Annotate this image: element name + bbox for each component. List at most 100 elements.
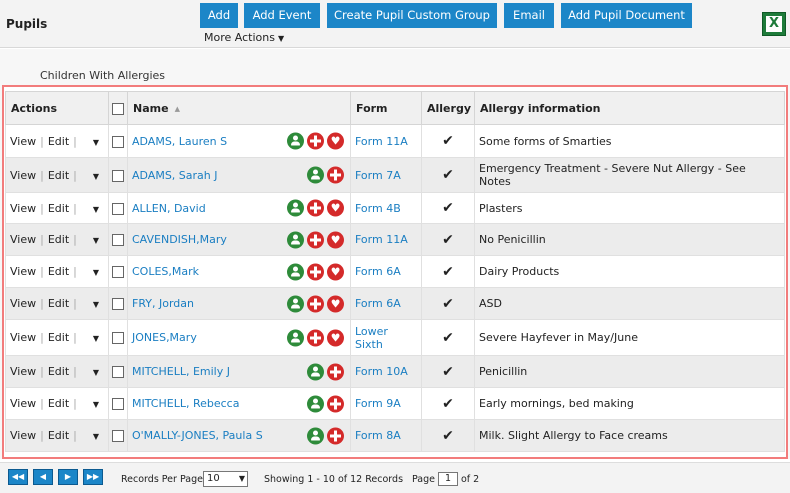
medical-cross-icon[interactable] [307, 231, 324, 248]
excel-export-icon[interactable]: X [762, 12, 786, 36]
row-actions-dropdown-icon[interactable]: ▼ [93, 236, 99, 245]
person-icon[interactable] [287, 295, 304, 312]
view-link[interactable]: View [10, 265, 36, 278]
add-pupil-document-button[interactable]: Add Pupil Document [561, 3, 692, 28]
edit-link[interactable]: Edit [48, 169, 69, 182]
pupil-name-link[interactable]: MITCHELL, Emily J [132, 365, 230, 378]
view-link[interactable]: View [10, 331, 36, 344]
person-icon[interactable] [287, 132, 304, 150]
medical-cross-icon[interactable] [307, 199, 324, 217]
medical-cross-icon[interactable] [327, 395, 344, 412]
form-link[interactable]: Form 8A [355, 429, 413, 442]
allergy-heart-icon[interactable]: ♥ [327, 231, 344, 248]
pupil-name-link[interactable]: ADAMS, Lauren S [132, 135, 227, 148]
allergy-heart-icon[interactable]: ♥ [327, 263, 344, 280]
add-event-button[interactable]: Add Event [244, 3, 320, 28]
pupil-name-link[interactable]: ADAMS, Sarah J [132, 169, 218, 182]
pupil-name-link[interactable]: COLES,Mark [132, 265, 199, 278]
pupil-name-link[interactable]: CAVENDISH,Mary [132, 233, 227, 246]
view-link[interactable]: View [10, 233, 36, 246]
person-icon[interactable] [307, 363, 324, 380]
row-actions-dropdown-icon[interactable]: ▼ [93, 334, 99, 343]
select-all-checkbox[interactable] [112, 102, 124, 115]
person-icon[interactable] [287, 329, 304, 346]
form-link[interactable]: Form 9A [355, 397, 413, 410]
edit-link[interactable]: Edit [48, 297, 69, 310]
medical-cross-icon[interactable] [307, 132, 324, 150]
form-link[interactable]: Form 6A [355, 297, 413, 310]
person-icon[interactable] [307, 427, 324, 444]
view-link[interactable]: View [10, 429, 36, 442]
edit-link[interactable]: Edit [48, 397, 69, 410]
edit-link[interactable]: Edit [48, 429, 69, 442]
edit-link[interactable]: Edit [48, 331, 69, 344]
view-link[interactable]: View [10, 169, 36, 182]
view-link[interactable]: View [10, 397, 36, 410]
row-actions-dropdown-icon[interactable]: ▼ [93, 300, 99, 309]
edit-link[interactable]: Edit [48, 135, 69, 148]
edit-link[interactable]: Edit [48, 202, 69, 215]
form-link[interactable]: Form 7A [355, 169, 413, 182]
pupil-name-link[interactable]: FRY, Jordan [132, 297, 194, 310]
view-link[interactable]: View [10, 202, 36, 215]
more-actions-menu[interactable]: More Actions ▼ [204, 31, 284, 44]
edit-link[interactable]: Edit [48, 365, 69, 378]
allergy-heart-icon[interactable]: ♥ [327, 329, 344, 346]
column-header-name[interactable]: Name ▲ [127, 91, 351, 125]
add-button[interactable]: Add [200, 3, 238, 28]
form-link[interactable]: Form 6A [355, 265, 413, 278]
row-actions-dropdown-icon[interactable]: ▼ [93, 138, 99, 147]
email-button[interactable]: Email [504, 3, 554, 28]
edit-link[interactable]: Edit [48, 233, 69, 246]
row-checkbox[interactable] [112, 298, 124, 310]
view-link[interactable]: View [10, 297, 36, 310]
row-checkbox[interactable] [112, 234, 124, 246]
person-icon[interactable] [307, 166, 324, 184]
medical-cross-icon[interactable] [327, 363, 344, 380]
first-page-icon[interactable]: ◀◀ [8, 469, 28, 485]
allergy-heart-icon[interactable]: ♥ [327, 295, 344, 312]
form-link[interactable]: Form 11A [355, 135, 413, 148]
row-checkbox[interactable] [112, 366, 124, 378]
form-link[interactable]: Form 11A [355, 233, 413, 246]
person-icon[interactable] [287, 231, 304, 248]
form-link[interactable]: Form 10A [355, 365, 413, 378]
allergy-heart-icon[interactable]: ♥ [327, 132, 344, 150]
row-actions-dropdown-icon[interactable]: ▼ [93, 400, 99, 409]
medical-cross-icon[interactable] [307, 263, 324, 280]
medical-cross-icon[interactable] [307, 295, 324, 312]
next-page-icon[interactable]: ▶ [58, 469, 78, 485]
row-checkbox[interactable] [112, 169, 124, 182]
row-checkbox[interactable] [112, 332, 124, 344]
form-link[interactable]: Lower Sixth [355, 325, 413, 351]
row-actions-dropdown-icon[interactable]: ▼ [93, 172, 99, 181]
row-checkbox[interactable] [112, 398, 124, 410]
prev-page-icon[interactable]: ◀ [33, 469, 53, 485]
pupil-name-link[interactable]: ALLEN, David [132, 202, 206, 215]
pupil-name-link[interactable]: MITCHELL, Rebecca [132, 397, 239, 410]
medical-cross-icon[interactable] [307, 329, 324, 346]
row-checkbox[interactable] [112, 430, 124, 442]
row-actions-dropdown-icon[interactable]: ▼ [93, 432, 99, 441]
allergy-heart-icon[interactable]: ♥ [327, 199, 344, 217]
person-icon[interactable] [287, 263, 304, 280]
row-actions-dropdown-icon[interactable]: ▼ [93, 368, 99, 377]
page-number-input[interactable]: 1 [438, 472, 458, 486]
form-link[interactable]: Form 4B [355, 202, 413, 215]
view-link[interactable]: View [10, 365, 36, 378]
row-checkbox[interactable] [112, 135, 124, 148]
last-page-icon[interactable]: ▶▶ [83, 469, 103, 485]
medical-cross-icon[interactable] [327, 427, 344, 444]
person-icon[interactable] [287, 199, 304, 217]
pupil-name-link[interactable]: JONES,Mary [132, 331, 197, 344]
row-actions-dropdown-icon[interactable]: ▼ [93, 205, 99, 214]
records-per-page-select[interactable]: 10 ▼ [203, 471, 248, 487]
person-icon[interactable] [307, 395, 324, 412]
row-actions-dropdown-icon[interactable]: ▼ [93, 268, 99, 277]
row-checkbox[interactable] [112, 202, 124, 215]
medical-cross-icon[interactable] [327, 166, 344, 184]
create-pupil-custom-group-button[interactable]: Create Pupil Custom Group [327, 3, 497, 28]
row-checkbox[interactable] [112, 266, 124, 278]
edit-link[interactable]: Edit [48, 265, 69, 278]
view-link[interactable]: View [10, 135, 36, 148]
